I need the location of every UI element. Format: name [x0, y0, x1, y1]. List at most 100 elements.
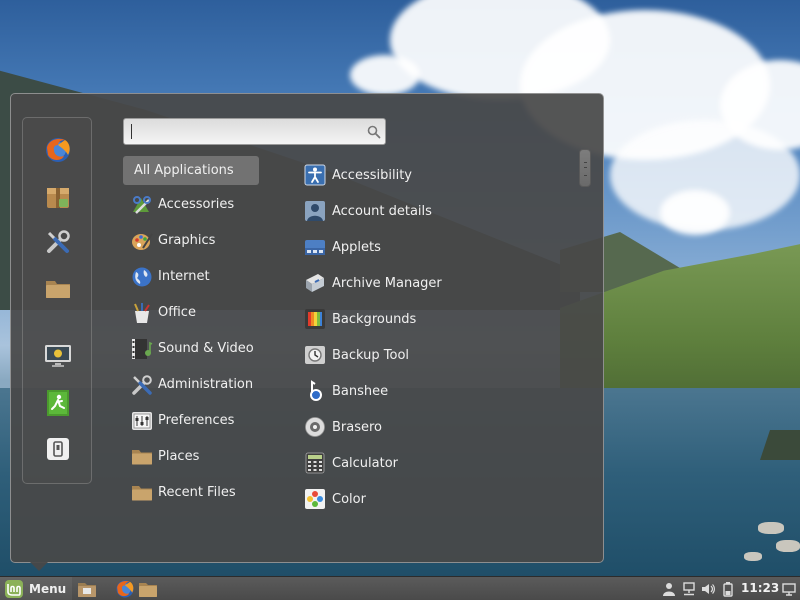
- favorites-sidebar: [22, 117, 92, 484]
- volume-icon: [702, 584, 715, 594]
- internet-icon: [131, 266, 153, 288]
- volume-applet[interactable]: [700, 580, 716, 598]
- package-icon: [47, 188, 69, 208]
- category-label: Administration: [158, 377, 254, 392]
- category-label: Places: [158, 449, 200, 464]
- battery-applet[interactable]: [720, 580, 736, 598]
- app-label: Applets: [332, 239, 381, 255]
- graphics-icon: [131, 230, 153, 252]
- category-label: All Applications: [134, 163, 234, 178]
- office-icon: [131, 302, 153, 324]
- folder-icon: [139, 583, 157, 597]
- app-label: Archive Manager: [332, 275, 442, 291]
- folder-icon: [46, 281, 70, 298]
- files-launcher[interactable]: [138, 579, 158, 599]
- category-places[interactable]: Places: [123, 442, 259, 471]
- backup-icon: [304, 344, 326, 366]
- apps-scrollbar[interactable]: [579, 149, 591, 187]
- category-office[interactable]: Office: [123, 298, 259, 327]
- display-icon: [782, 582, 796, 596]
- menu-button[interactable]: Menu: [0, 577, 72, 600]
- tools-icon: [47, 230, 70, 253]
- calculator-icon: [304, 452, 326, 474]
- category-label: Office: [158, 305, 196, 320]
- backgrounds-icon: [304, 308, 326, 330]
- show-desktop-launcher[interactable]: [77, 579, 97, 599]
- app-calculator[interactable]: Calculator: [304, 448, 574, 478]
- menu-pointer: [30, 562, 48, 571]
- app-backup-tool[interactable]: Backup Tool: [304, 340, 574, 370]
- administration-icon: [131, 374, 153, 396]
- favorite-software-manager[interactable]: [43, 182, 73, 212]
- category-accessories[interactable]: Accessories: [123, 190, 259, 219]
- app-label: Banshee: [332, 383, 389, 399]
- network-icon: [683, 582, 695, 596]
- banshee-icon: [304, 380, 326, 402]
- shutdown-icon: [47, 438, 69, 460]
- category-preferences[interactable]: Preferences: [123, 406, 259, 435]
- network-applet[interactable]: [681, 580, 697, 598]
- color-icon: [304, 488, 326, 510]
- lock-screen-icon: [45, 345, 71, 367]
- user-applet[interactable]: [661, 580, 677, 598]
- category-graphics[interactable]: Graphics: [123, 226, 259, 255]
- search-input[interactable]: [123, 118, 386, 145]
- app-label: Calculator: [332, 455, 399, 471]
- logout-icon: [47, 390, 69, 416]
- firefox-launcher[interactable]: [115, 579, 135, 599]
- app-brasero[interactable]: Brasero: [304, 412, 574, 442]
- accessibility-icon: [304, 164, 326, 186]
- preferences-icon: [131, 410, 153, 432]
- category-administration[interactable]: Administration: [123, 370, 259, 399]
- firefox-icon: [46, 138, 70, 162]
- app-backgrounds[interactable]: Backgrounds: [304, 304, 574, 334]
- category-all-applications[interactable]: All Applications: [123, 156, 259, 185]
- application-menu: All Applications Accessories Graphics In…: [10, 93, 604, 563]
- clock[interactable]: 11:23: [741, 581, 779, 595]
- category-label: Accessories: [158, 197, 235, 212]
- favorite-firefox[interactable]: [43, 135, 73, 165]
- account-icon: [304, 200, 326, 222]
- show-desktop-icon: [78, 583, 96, 597]
- favorite-system-settings[interactable]: [43, 227, 73, 257]
- app-label: Brasero: [332, 419, 383, 435]
- battery-icon: [723, 581, 733, 597]
- app-applets[interactable]: Applets: [304, 232, 574, 262]
- menu-button-label: Menu: [29, 581, 67, 596]
- favorite-files[interactable]: [43, 273, 73, 303]
- applets-icon: [304, 236, 326, 258]
- app-label: Account details: [332, 203, 432, 219]
- search-icon[interactable]: [367, 125, 381, 139]
- app-label: Accessibility: [332, 167, 412, 183]
- sound-video-icon: [131, 338, 153, 360]
- category-label: Preferences: [158, 413, 235, 428]
- category-recent-files[interactable]: Recent Files: [123, 478, 259, 507]
- favorite-lock-screen[interactable]: [43, 341, 73, 371]
- category-sound-video[interactable]: Sound & Video: [123, 334, 259, 363]
- app-account-details[interactable]: Account details: [304, 196, 574, 226]
- favorite-shutdown[interactable]: [43, 434, 73, 464]
- folder-icon: [131, 482, 153, 504]
- category-label: Recent Files: [158, 485, 236, 500]
- favorite-logout[interactable]: [43, 388, 73, 418]
- category-label: Internet: [158, 269, 210, 284]
- category-label: Sound & Video: [158, 341, 254, 356]
- workspace-applet[interactable]: [781, 580, 797, 598]
- app-banshee[interactable]: Banshee: [304, 376, 574, 406]
- app-label: Backgrounds: [332, 311, 417, 327]
- app-accessibility[interactable]: Accessibility: [304, 160, 574, 190]
- folder-icon: [131, 446, 153, 468]
- archive-icon: [304, 272, 326, 294]
- user-icon: [663, 583, 675, 596]
- accessories-icon: [131, 194, 153, 216]
- mint-logo-icon: [5, 579, 23, 598]
- app-archive-manager[interactable]: Archive Manager: [304, 268, 574, 298]
- app-label: Backup Tool: [332, 347, 410, 363]
- text-cursor: [131, 124, 132, 139]
- app-label: Color: [332, 491, 366, 507]
- app-color[interactable]: Color: [304, 484, 574, 514]
- bottom-panel: Menu 11:23: [0, 576, 800, 600]
- brasero-icon: [304, 416, 326, 438]
- category-internet[interactable]: Internet: [123, 262, 259, 291]
- category-label: Graphics: [158, 233, 216, 248]
